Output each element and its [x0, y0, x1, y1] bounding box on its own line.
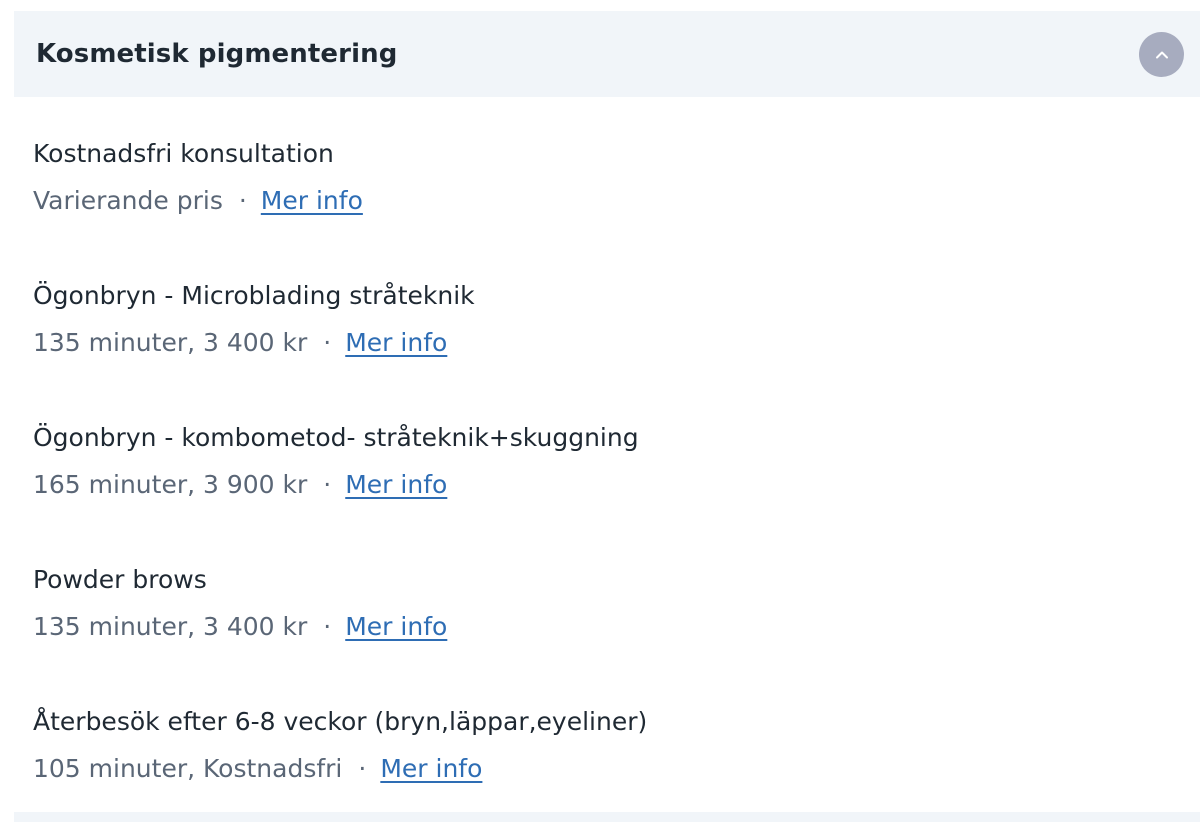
service-list: Kostnadsfri konsultation Varierande pris…: [33, 134, 1200, 822]
next-section-edge: [14, 812, 1200, 822]
list-item[interactable]: Ögonbryn - kombometod- stråteknik+skuggn…: [33, 418, 1200, 560]
service-meta-row: Varierande pris · Mer info: [33, 181, 1200, 221]
service-name: Ögonbryn - Microblading stråteknik: [33, 281, 475, 310]
more-info-link[interactable]: Mer info: [380, 754, 482, 783]
more-info-link[interactable]: Mer info: [345, 612, 447, 641]
service-name: Kostnadsfri konsultation: [33, 139, 334, 168]
service-meta: 135 minuter, 3 400 kr: [33, 612, 308, 641]
service-meta: 105 minuter, Kostnadsfri: [33, 754, 343, 783]
collapse-button[interactable]: [1139, 32, 1184, 77]
list-item[interactable]: Återbesök efter 6-8 veckor (bryn,läppar,…: [33, 702, 1200, 822]
service-name: Powder brows: [33, 565, 207, 594]
service-meta: Varierande pris: [33, 186, 223, 215]
service-name: Återbesök efter 6-8 veckor (bryn,läppar,…: [33, 707, 648, 736]
more-info-link[interactable]: Mer info: [345, 470, 447, 499]
chevron-up-icon: [1155, 51, 1168, 58]
service-meta-row: 135 minuter, 3 400 kr · Mer info: [33, 323, 1200, 363]
service-meta: 165 minuter, 3 900 kr: [33, 470, 308, 499]
service-meta-row: 165 minuter, 3 900 kr · Mer info: [33, 465, 1200, 505]
service-meta-row: 105 minuter, Kostnadsfri · Mer info: [33, 749, 1200, 789]
more-info-link[interactable]: Mer info: [345, 328, 447, 357]
service-meta-row: 135 minuter, 3 400 kr · Mer info: [33, 607, 1200, 647]
list-item[interactable]: Ögonbryn - Microblading stråteknik 135 m…: [33, 276, 1200, 418]
service-meta: 135 minuter, 3 400 kr: [33, 328, 308, 357]
separator-dot: ·: [323, 328, 332, 357]
list-item[interactable]: Kostnadsfri konsultation Varierande pris…: [33, 134, 1200, 276]
separator-dot: ·: [358, 754, 367, 783]
separator-dot: ·: [323, 470, 332, 499]
section-header[interactable]: Kosmetisk pigmentering: [14, 11, 1200, 97]
separator-dot: ·: [323, 612, 332, 641]
separator-dot: ·: [238, 186, 247, 215]
section-title: Kosmetisk pigmentering: [36, 39, 398, 69]
more-info-link[interactable]: Mer info: [261, 186, 363, 215]
service-name: Ögonbryn - kombometod- stråteknik+skuggn…: [33, 423, 639, 452]
services-page: Kosmetisk pigmentering Kostnadsfri konsu…: [0, 0, 1200, 822]
list-item[interactable]: Powder brows 135 minuter, 3 400 kr · Mer i…: [33, 560, 1200, 702]
